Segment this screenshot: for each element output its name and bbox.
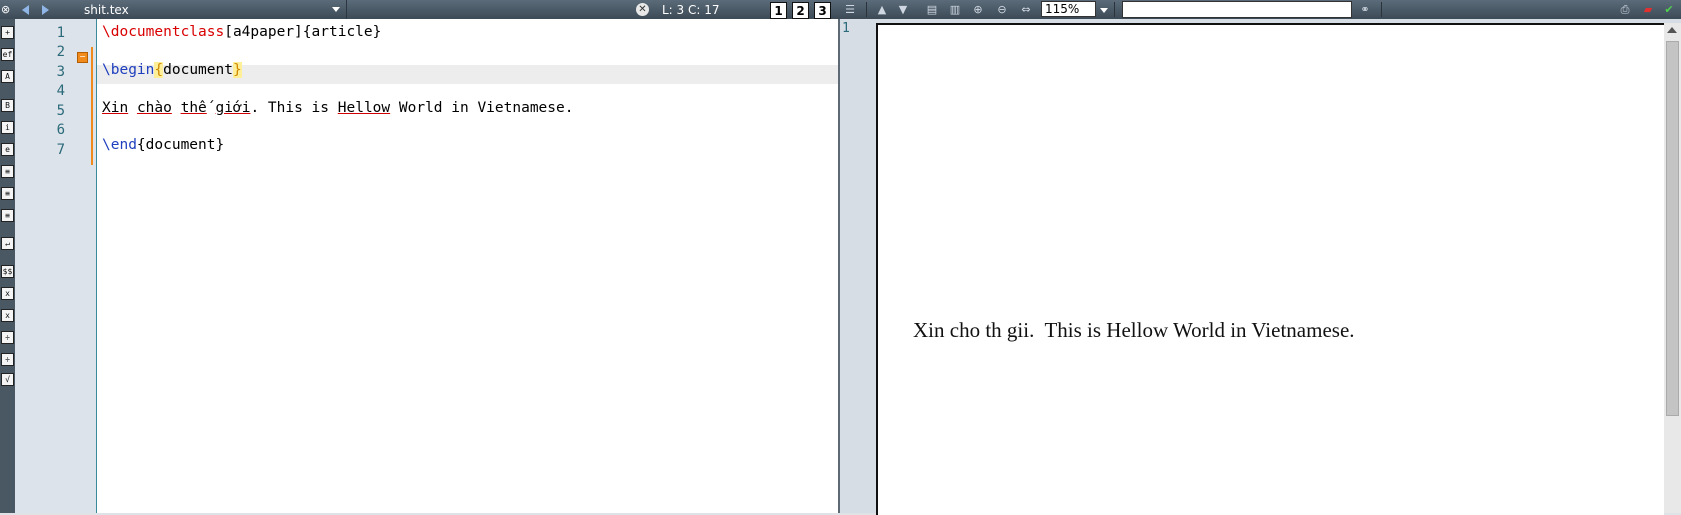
forward-button[interactable] [42, 0, 49, 19]
pages-icon: ▥ [949, 3, 961, 16]
latex-shortcut-bar: + ef A B i e ≡ ≡ ≡ ↵ $$ x x ÷ ÷ √ [0, 19, 15, 513]
list-icon: ☰ [845, 3, 855, 16]
close-icon: ✕ [638, 4, 647, 15]
toolbar-separator [1381, 2, 1382, 17]
external-viewer-button[interactable]: ▰ [1641, 3, 1655, 16]
zoom-dropdown-icon[interactable] [1100, 8, 1108, 13]
newline-button[interactable]: ↵ [1, 237, 14, 250]
check-button[interactable]: ✔ [1662, 3, 1676, 16]
misspelled-word: Xin [102, 100, 129, 116]
sqrt-button[interactable]: √ [1, 373, 14, 386]
text-token: World in Vietnamese. [390, 100, 574, 116]
fold-toggle-icon[interactable]: − [77, 52, 88, 63]
scrollbar-thumb[interactable] [1666, 41, 1679, 416]
line-number: 7 [56, 142, 65, 158]
chevron-down-icon [332, 7, 340, 12]
arrow-right-icon [42, 4, 49, 15]
line-number-gutter: 1 2 3 4 5 6 7 [15, 19, 96, 513]
prev-page-button[interactable]: ▲ [875, 3, 889, 16]
zoom-level-input[interactable]: 115% [1041, 1, 1096, 17]
align-center-button[interactable]: ≡ [1, 187, 14, 200]
command-token: \begin [102, 62, 155, 78]
align-left-button[interactable]: ≡ [1, 165, 14, 178]
emph-button[interactable]: e [1, 143, 14, 156]
fold-range-indicator [91, 47, 93, 165]
target-icon: ⊗ [1, 3, 11, 16]
fraction-button[interactable]: ÷ [1, 331, 14, 344]
bold-button[interactable]: B [1, 99, 14, 112]
line-number: 2 [56, 44, 65, 60]
misspelled-word: Hellow [337, 100, 391, 116]
single-page-button[interactable]: ▤ [925, 3, 939, 16]
brace-close-token: } [232, 62, 242, 78]
continuous-page-button[interactable]: ▥ [948, 3, 962, 16]
cursor-position: L: 3 C: 17 [662, 2, 720, 17]
dfrac-button[interactable]: ÷ [1, 353, 14, 366]
toolbar-left-icon[interactable]: ⊗ [1, 0, 10, 19]
toolbar-separator [1114, 2, 1115, 17]
code-line-1: \documentclass[a4paper]{article} [102, 24, 381, 40]
zoom-out-icon: ⊖ [997, 3, 1007, 16]
line-number: 1 [56, 25, 65, 41]
code-line-3: \begin{document} [102, 62, 242, 78]
command-token: \documentclass [102, 24, 225, 40]
zoom-out-button[interactable]: ⊖ [995, 3, 1009, 16]
line-number: 4 [56, 83, 65, 99]
main-toolbar: ⊗ shit.tex ✕ L: 3 C: 17 1 2 3 ☰ ▲ ▼ ▤ ▥ … [0, 0, 1681, 19]
line-number: 6 [56, 122, 65, 138]
align-right-button[interactable]: ≡ [1, 209, 14, 222]
back-button[interactable] [22, 0, 29, 19]
brace-open-token: { [154, 62, 164, 78]
code-editor[interactable]: \documentclass[a4paper]{article} \begin{… [96, 19, 839, 513]
pdf-rendered-text: Xin cho th gii. This is Hellow World in … [913, 318, 1355, 342]
command-token: \end [102, 137, 137, 153]
check-icon: ✔ [1664, 3, 1674, 16]
superscript-button[interactable]: x [1, 309, 14, 322]
fit-icon: ⇔ [1021, 3, 1031, 16]
argument-token: {article} [302, 24, 382, 40]
code-line-7: \end{document} [102, 137, 224, 153]
scroll-up-icon[interactable] [1667, 27, 1677, 33]
insert-item-button[interactable]: + [1, 26, 14, 39]
argument-token: document [163, 62, 233, 78]
fit-width-button[interactable]: ⇔ [1019, 3, 1033, 16]
code-line-5: Xin chào thế giới. This is Hellow World … [102, 100, 573, 116]
toolbar-separator [866, 2, 867, 17]
next-page-button[interactable]: ▼ [896, 3, 910, 16]
insert-ref-button[interactable]: ef [1, 48, 14, 61]
subscript-button[interactable]: x [1, 287, 14, 300]
print-button[interactable]: ⎙ [1618, 3, 1632, 16]
text-token: . This is [250, 100, 338, 116]
binoculars-icon: ⚭ [1360, 3, 1370, 16]
pdf-page[interactable]: Xin cho th gii. This is Hellow World in … [876, 23, 1664, 515]
misspelled-word: thế [180, 100, 207, 116]
zoom-in-icon: ⊕ [973, 3, 983, 16]
view-button-2[interactable]: 2 [792, 2, 809, 19]
view-button-1[interactable]: 1 [770, 2, 787, 19]
pdf-icon: ▰ [1643, 3, 1653, 16]
line-number: 5 [56, 103, 65, 119]
argument-token: {document} [136, 137, 225, 153]
pdf-page-number: 1 [842, 21, 850, 36]
view-button-3[interactable]: 3 [814, 2, 831, 19]
pdf-search-input[interactable] [1122, 1, 1352, 18]
line-number: 3 [56, 64, 65, 80]
page-icon: ▤ [926, 3, 938, 16]
option-token: [a4paper] [224, 24, 303, 40]
arrow-left-icon [22, 4, 29, 15]
file-selector[interactable]: shit.tex [84, 0, 347, 19]
arrow-up-icon: ▲ [877, 3, 887, 16]
zoom-in-button[interactable]: ⊕ [971, 3, 985, 16]
misspelled-word: chào [136, 100, 172, 116]
italic-button[interactable]: i [1, 121, 14, 134]
file-name: shit.tex [84, 2, 129, 17]
structure-button[interactable]: ☰ [843, 3, 857, 16]
find-button[interactable]: ⚭ [1358, 3, 1372, 16]
close-document-button[interactable]: ✕ [636, 3, 649, 16]
arrow-down-icon: ▼ [898, 3, 908, 16]
math-mode-button[interactable]: $$ [1, 265, 14, 278]
misspelled-word: giới [215, 100, 251, 116]
insert-label-button[interactable]: A [1, 70, 14, 83]
printer-icon: ⎙ [1620, 2, 1630, 16]
